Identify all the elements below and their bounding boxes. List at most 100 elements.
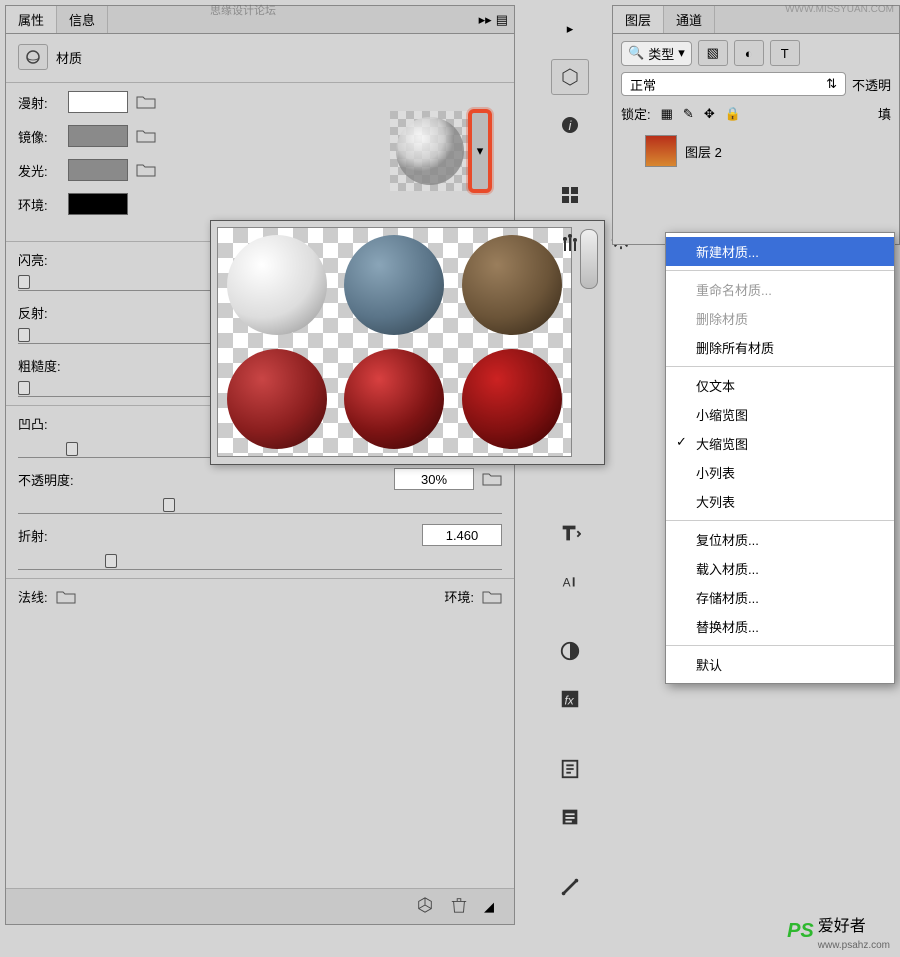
material-blue[interactable] xyxy=(336,228,454,342)
resize-grip-icon[interactable]: ◢ xyxy=(484,899,494,915)
specular-swatch[interactable] xyxy=(68,125,128,147)
opacity-input[interactable] xyxy=(394,468,474,490)
refraction-row: 折射: xyxy=(6,520,514,550)
menu-save[interactable]: 存储材质... xyxy=(666,583,894,612)
diffuse-folder-icon[interactable] xyxy=(136,94,156,110)
material-white[interactable] xyxy=(218,228,336,342)
watermark-text: 爱好者 xyxy=(818,918,866,935)
collapse-icon[interactable]: ▸▸ xyxy=(479,12,492,28)
menu-large-list[interactable]: 大列表 xyxy=(666,487,894,516)
watermark-url: www.psahz.com xyxy=(818,940,890,951)
material-red-pattern[interactable] xyxy=(218,342,336,456)
menu-load[interactable]: 载入材质... xyxy=(666,554,894,583)
glow-label: 发光: xyxy=(18,161,60,180)
refraction-label: 折射: xyxy=(18,526,98,545)
info-icon[interactable]: i xyxy=(551,107,589,143)
material-header: 材质 xyxy=(6,34,514,80)
menu-delete-all[interactable]: 删除所有材质 xyxy=(666,333,894,362)
glow-swatch[interactable] xyxy=(68,159,128,181)
tab-channels[interactable]: 通道 xyxy=(664,6,715,33)
specular-label: 镜像: xyxy=(18,127,60,146)
tab-info[interactable]: 信息 xyxy=(57,6,108,33)
tab-properties[interactable]: 属性 xyxy=(6,6,57,33)
menu-text-only[interactable]: 仅文本 xyxy=(666,371,894,400)
material-icon[interactable] xyxy=(18,44,48,70)
filter-adjust-icon[interactable]: ◐ xyxy=(734,40,764,66)
opacity-panel-label: 不透明 xyxy=(852,75,891,94)
lock-label: 锁定: xyxy=(621,104,651,123)
opacity-label: 不透明度: xyxy=(18,470,98,489)
lock-move-icon[interactable]: ✥ xyxy=(704,106,715,122)
cube-icon[interactable] xyxy=(416,896,434,917)
vertical-toolbar: ▸ i A fx xyxy=(545,5,595,950)
refraction-input[interactable] xyxy=(422,524,502,546)
env-folder-icon[interactable] xyxy=(482,589,502,605)
opacity-slider[interactable] xyxy=(18,496,502,514)
opacity-folder-icon[interactable] xyxy=(482,471,502,487)
properties-panel: 属性 信息 ▸▸ ▤ 材质 漫射: 镜像: 发光: 环境: xyxy=(5,5,515,925)
styles-icon[interactable]: fx xyxy=(551,681,589,717)
preview-sphere-icon xyxy=(390,111,470,191)
watermark-ps: PS xyxy=(787,920,814,943)
list-icon[interactable] xyxy=(551,799,589,835)
menu-large-thumb[interactable]: 大缩览图 xyxy=(666,429,894,458)
material-dropdown-button[interactable]: ▾ xyxy=(470,111,490,191)
material-red-stripe[interactable] xyxy=(336,342,454,456)
swatches-icon[interactable] xyxy=(551,177,589,213)
environment-label: 环境: xyxy=(18,195,60,214)
glow-folder-icon[interactable] xyxy=(136,162,156,178)
material-preview: ▾ xyxy=(390,106,500,196)
normal-folder-icon[interactable] xyxy=(56,589,76,605)
layer-row[interactable]: 图层 2 xyxy=(621,131,891,171)
search-icon: 🔍 xyxy=(628,45,644,61)
menu-reset[interactable]: 复位材质... xyxy=(666,525,894,554)
watermark-bottomright: PS 爱好者 www.psahz.com xyxy=(787,912,890,951)
material-label: 材质 xyxy=(56,48,82,67)
expand-icon[interactable]: ▸ xyxy=(551,11,589,47)
menu-delete-material: 删除材质 xyxy=(666,304,894,333)
specular-folder-icon[interactable] xyxy=(136,128,156,144)
environment-swatch[interactable] xyxy=(68,193,128,215)
menu-default[interactable]: 默认 xyxy=(666,650,894,679)
chevron-updown-icon: ⇅ xyxy=(826,76,837,92)
brushes-icon[interactable] xyxy=(551,225,589,261)
trash-icon[interactable] xyxy=(450,896,468,917)
watermark-topright: WWW.MISSYUAN.COM xyxy=(785,4,894,15)
layer-name: 图层 2 xyxy=(685,142,722,161)
bump-label: 凹凸: xyxy=(18,414,98,433)
watermark-top: 思缘设计论坛 xyxy=(210,2,276,18)
menu-small-thumb[interactable]: 小缩览图 xyxy=(666,400,894,429)
chevron-down-icon: ▾ xyxy=(477,143,484,159)
svg-text:A: A xyxy=(563,576,571,590)
panel-menu-icon[interactable]: ▤ xyxy=(496,12,508,28)
filter-type-icon[interactable]: T xyxy=(770,40,800,66)
tab-layers[interactable]: 图层 xyxy=(613,6,664,33)
tools-icon[interactable] xyxy=(551,869,589,905)
menu-small-list[interactable]: 小列表 xyxy=(666,458,894,487)
layer-thumbnail xyxy=(645,135,677,167)
refraction-slider[interactable] xyxy=(18,552,502,570)
character-icon[interactable]: A xyxy=(551,563,589,599)
filter-type-label: 类型 xyxy=(648,44,674,63)
lock-brush-icon[interactable]: ✎ xyxy=(683,106,694,122)
cube-tool-icon[interactable] xyxy=(551,59,589,95)
filter-type-select[interactable]: 🔍 类型 ▾ xyxy=(621,41,692,66)
lock-all-icon[interactable]: 🔒 xyxy=(725,106,741,122)
material-context-menu: 新建材质... 重命名材质... 删除材质 删除所有材质 仅文本 小缩览图 大缩… xyxy=(665,232,895,684)
opacity-row: 不透明度: xyxy=(6,464,514,494)
blend-mode-value: 正常 xyxy=(630,75,656,94)
notes-icon[interactable] xyxy=(551,751,589,787)
blend-mode-select[interactable]: 正常 ⇅ xyxy=(621,72,846,96)
panel-footer: ◢ xyxy=(6,888,514,924)
adjustments-icon[interactable] xyxy=(551,633,589,669)
fill-label: 填 xyxy=(878,104,891,123)
filter-pixel-icon[interactable]: ▧ xyxy=(698,40,728,66)
paragraph-icon[interactable] xyxy=(551,515,589,551)
chevron-down-icon: ▾ xyxy=(678,45,685,61)
menu-rename-material: 重命名材质... xyxy=(666,275,894,304)
menu-new-material[interactable]: 新建材质... xyxy=(666,237,894,266)
lock-transparency-icon[interactable]: ▦ xyxy=(661,106,673,122)
menu-replace[interactable]: 替换材质... xyxy=(666,612,894,641)
normal-label: 法线: xyxy=(18,587,48,606)
diffuse-swatch[interactable] xyxy=(68,91,128,113)
